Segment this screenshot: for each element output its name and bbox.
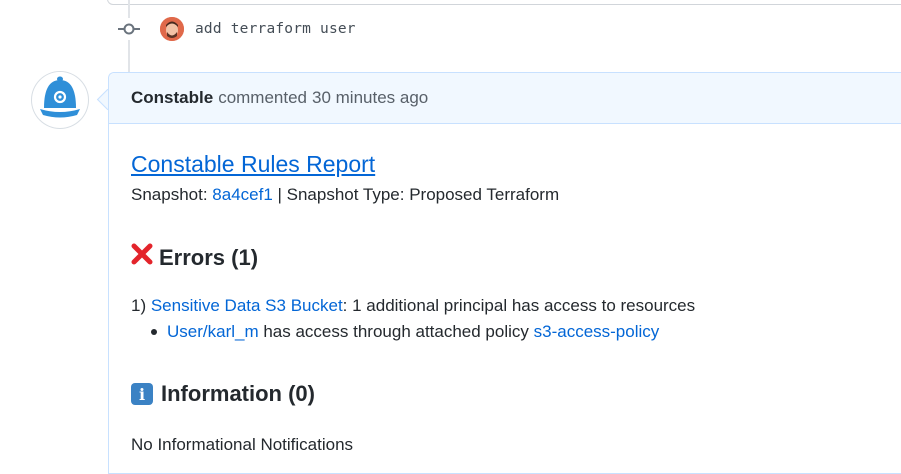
error-number: 1) — [131, 296, 151, 315]
sub-item-text: has access through attached policy — [258, 322, 534, 341]
constable-avatar[interactable] — [32, 71, 88, 130]
comment-author[interactable]: Constable — [131, 88, 213, 108]
errors-heading-text: Errors (1) — [159, 244, 259, 270]
commit-author-avatar[interactable] — [160, 17, 184, 41]
information-icon: i — [131, 383, 153, 405]
commit-message[interactable]: add terraform user — [195, 21, 356, 37]
constable-helmet-icon — [33, 71, 87, 130]
previous-card-edge — [107, 0, 901, 5]
comment-box: Constable commented 30 minutes ago Const… — [108, 72, 901, 474]
error-rule-link[interactable]: Sensitive Data S3 Bucket — [151, 296, 343, 315]
comment-timestamp[interactable]: 30 minutes ago — [312, 88, 428, 108]
information-heading-text: Information (0) — [161, 381, 315, 406]
no-info-text: No Informational Notifications — [131, 435, 354, 454]
error-description: : 1 additional principal has access to r… — [342, 296, 696, 315]
principal-link[interactable]: User/karl_m — [167, 322, 259, 342]
comment-action: commented — [218, 88, 308, 107]
report-title-link[interactable]: Constable Rules Report — [131, 151, 375, 178]
git-commit-icon — [118, 18, 140, 40]
policy-link[interactable]: s3-access-policy — [534, 322, 660, 342]
bullet-icon — [151, 329, 157, 335]
snapshot-label: Snapshot: — [131, 185, 213, 204]
snapshot-type: | Snapshot Type: Proposed Terraform — [272, 185, 560, 204]
information-heading: i Information (0) — [131, 381, 315, 407]
snapshot-id-link[interactable]: 8a4cef1 — [212, 185, 273, 204]
snapshot-line: Snapshot: 8a4cef1 | Snapshot Type: Propo… — [131, 185, 559, 205]
commit-event: add terraform user — [118, 13, 356, 45]
comment-header: Constable commented 30 minutes ago — [109, 73, 901, 124]
cross-mark-icon — [131, 243, 153, 272]
error-sub-item: User/karl_m has access through attached … — [151, 322, 659, 342]
errors-heading: Errors (1) — [131, 243, 258, 272]
error-item: 1) Sensitive Data S3 Bucket: 1 additiona… — [131, 296, 695, 316]
